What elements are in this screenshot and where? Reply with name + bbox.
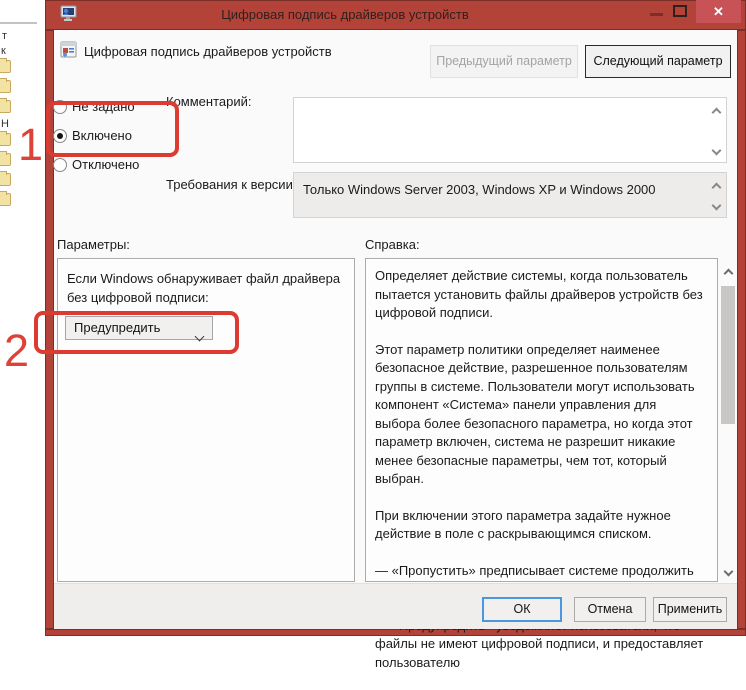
help-paragraph: При включении этого параметра задайте ну… <box>375 507 705 544</box>
annotation-number-2: 2 <box>4 328 29 373</box>
next-setting-button[interactable]: Следующий параметр <box>585 45 731 78</box>
comment-label: Комментарий: <box>166 94 252 109</box>
help-paragraph: Определяет действие системы, когда польз… <box>375 267 705 323</box>
help-paragraph: Этот параметр политики определяет наимен… <box>375 341 705 489</box>
policy-setting-icon <box>60 41 77 58</box>
annotation-number-1: 1 <box>18 122 43 167</box>
previous-setting-button[interactable]: Предыдущий параметр <box>430 45 578 78</box>
radio-disabled[interactable] <box>53 158 67 172</box>
options-label: Параметры: <box>57 237 130 252</box>
folder-icon[interactable] <box>0 100 11 113</box>
background-text-fragment: Н <box>1 118 9 130</box>
scroll-down-icon[interactable] <box>711 146 721 156</box>
apply-button[interactable]: Применить <box>653 597 727 622</box>
comment-input[interactable] <box>293 97 727 163</box>
background-text-fragment: т <box>2 30 7 42</box>
folder-icon[interactable] <box>0 193 11 206</box>
scroll-down-icon[interactable] <box>711 201 721 211</box>
folder-icon[interactable] <box>0 153 11 166</box>
window-title: Цифровая подпись драйверов устройств <box>45 7 645 22</box>
folder-icon[interactable] <box>0 173 11 186</box>
background-divider <box>0 22 37 24</box>
help-panel: Определяет действие системы, когда польз… <box>365 258 718 582</box>
ok-button[interactable]: ОК <box>482 597 562 622</box>
scroll-up-icon[interactable] <box>723 269 733 279</box>
help-label: Справка: <box>365 237 420 252</box>
scroll-up-icon[interactable] <box>711 108 721 118</box>
radio-label-disabled[interactable]: Отключено <box>72 157 139 172</box>
close-button[interactable]: ✕ <box>696 0 741 23</box>
setting-name-heading: Цифровая подпись драйверов устройств <box>84 44 332 59</box>
folder-icon[interactable] <box>0 80 11 93</box>
version-input: Только Windows Server 2003, Windows XP и… <box>293 172 727 218</box>
annotation-box-enabled <box>46 101 179 157</box>
background-text-fragment: к <box>1 45 6 57</box>
version-value: Только Windows Server 2003, Windows XP и… <box>303 182 656 197</box>
scroll-down-icon[interactable] <box>723 567 733 577</box>
cancel-button[interactable]: Отмена <box>574 597 646 622</box>
options-panel: Если Windows обнаруживает файл драйвера … <box>57 258 355 582</box>
folder-icon[interactable] <box>0 133 11 146</box>
annotation-box-dropdown <box>34 311 239 354</box>
dropdown-prompt: Если Windows обнаруживает файл драйвера … <box>67 269 345 307</box>
maximize-button[interactable] <box>673 5 687 17</box>
version-label: Требования к версии: <box>166 177 296 192</box>
scroll-up-icon[interactable] <box>711 183 721 193</box>
window-border <box>737 30 746 629</box>
folder-icon[interactable] <box>0 60 11 73</box>
scrollbar-thumb[interactable] <box>721 286 735 424</box>
minimize-button[interactable] <box>650 13 663 16</box>
